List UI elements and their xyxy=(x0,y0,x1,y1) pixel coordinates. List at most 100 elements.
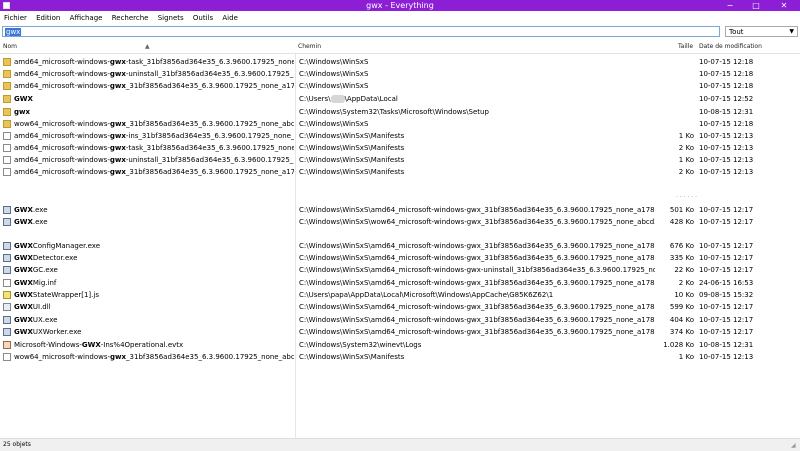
table-row[interactable]: GWX.exe C:\Windows\WinSxS\amd64_microsoft… xyxy=(0,204,800,216)
table-row[interactable]: wow64_microsoft-windows-gwx_31bf3856ad36… xyxy=(0,118,800,130)
table-row[interactable]: amd64_microsoft-windows-gwx-uninstall_31… xyxy=(0,154,800,166)
row-path-prefix: C:\Users\ xyxy=(299,95,331,103)
row-size: 22 Ko xyxy=(674,266,694,274)
column-name-header[interactable]: Nom xyxy=(3,43,17,50)
file-icon xyxy=(3,144,11,152)
column-path-header[interactable]: Chemin xyxy=(298,43,321,50)
row-name-suffix: _31bf3856ad364e35_6.3.9600.17925_none_ab… xyxy=(126,353,294,361)
column-date-header[interactable]: Date de modification xyxy=(699,43,762,50)
table-row[interactable]: GWXGC.exe C:\Windows\WinSxS\amd64_microso… xyxy=(0,264,800,276)
table-row[interactable]: GWXUXWorker.exe C:\Windows\WinSxS\amd64_m… xyxy=(0,326,800,338)
row-name-suffix: _31bf3856ad364e35_6.3.9600.17925_none_a1… xyxy=(125,82,294,90)
row-name-prefix: Microsoft-Windows- xyxy=(14,341,82,349)
table-row[interactable]: GWXUI.dll C:\Windows\WinSxS\amd64_microso… xyxy=(0,301,800,313)
filter-dropdown[interactable]: Tout ▼ xyxy=(725,26,798,37)
exe-icon xyxy=(3,254,11,262)
row-name: amd64_microsoft-windows-gwx-uninstall_31… xyxy=(14,156,294,164)
table-row[interactable]: wow64_microsoft-windows-gwx_31bf3856ad36… xyxy=(0,351,800,363)
table-row[interactable]: amd64_microsoft-windows-gwx-task_31bf385… xyxy=(0,56,800,68)
sort-ascending-icon: ▲ xyxy=(145,43,150,50)
row-name-match: gwx xyxy=(109,144,126,152)
row-name-match: gwx xyxy=(109,168,126,176)
row-path: C:\Windows\WinSxS\amd64_microsoft-window… xyxy=(299,254,655,262)
menu-bookmarks[interactable]: Signets xyxy=(154,12,187,22)
row-date: 10-07-15 12:13 xyxy=(699,156,754,164)
menu-view[interactable]: Affichage xyxy=(66,12,106,22)
row-path: C:\Windows\WinSxS\Manifests xyxy=(299,132,405,140)
row-path: C:\Windows\WinSxS xyxy=(299,82,369,90)
table-row[interactable]: GWXDetector.exe C:\Windows\WinSxS\amd64_m… xyxy=(0,252,800,264)
row-name: amd64_microsoft-windows-gwx-uninstall_31… xyxy=(14,70,294,78)
row-size: 374 Ko xyxy=(669,328,694,336)
js-icon xyxy=(3,291,11,299)
row-date: 10-07-15 12:13 xyxy=(699,132,754,140)
file-icon xyxy=(3,156,11,164)
row-name: GWX xyxy=(14,95,294,103)
table-row[interactable]: GWX.exe C:\Windows\WinSxS\wow64_microsoft… xyxy=(0,216,800,228)
row-size: 428 Ko xyxy=(669,218,694,226)
table-row[interactable]: GWXUX.exe C:\Windows\WinSxS\amd64_microso… xyxy=(0,314,800,326)
row-path-suffix: \AppData\Local xyxy=(344,95,398,103)
row-name-suffix: .exe xyxy=(32,206,48,214)
row-name-match: gwx xyxy=(14,108,30,116)
folder-icon xyxy=(3,70,11,78)
row-name: GWXGC.exe xyxy=(14,266,294,274)
row-size: 10 Ko xyxy=(674,291,694,299)
table-row[interactable]: GWX C:\Users\ \AppData\Local 10-07-15 12:52 xyxy=(0,93,800,105)
row-name-suffix: Mig.inf xyxy=(32,279,57,287)
row-date: 10-07-15 12:13 xyxy=(699,353,754,361)
menu-search[interactable]: Recherche xyxy=(108,12,152,22)
table-row[interactable]: GWXConfigManager.exe C:\Windows\WinSxS\am… xyxy=(0,240,800,252)
close-button[interactable]: ✕ xyxy=(774,0,794,11)
table-row[interactable]: amd64_microsoft-windows-gwx-ins_31bf3856… xyxy=(0,130,800,142)
row-size: 1.028 Ko xyxy=(663,341,694,349)
table-row[interactable]: Microsoft-Windows-GWX-Ins%4Operational.e… xyxy=(0,339,800,351)
minimize-button[interactable]: − xyxy=(720,0,740,11)
row-name-match: GWX xyxy=(14,242,33,250)
exe-icon xyxy=(3,206,11,214)
row-name-suffix: -task_31bf3856ad364e35_6.3.9600.17925_no… xyxy=(125,58,294,66)
column-size-header[interactable]: Taille xyxy=(678,43,693,50)
row-name-suffix: -uninstall_31bf3856ad364e35_6.3.9600.179… xyxy=(125,156,294,164)
exe-icon xyxy=(3,328,11,336)
resize-grip-icon[interactable]: ◢ xyxy=(791,442,799,450)
row-date: 10-07-15 12:18 xyxy=(699,70,754,78)
clipped-row-fragment: · · · · · · xyxy=(676,194,697,201)
folder-icon xyxy=(3,82,11,90)
row-date: 10-07-15 12:13 xyxy=(699,168,754,176)
row-name-match: gwx xyxy=(109,58,126,66)
row-name-match: gwx xyxy=(109,82,126,90)
row-name: amd64_microsoft-windows-gwx_31bf3856ad36… xyxy=(14,82,294,90)
row-name-prefix: amd64_microsoft-windows- xyxy=(14,70,110,78)
row-name: wow64_microsoft-windows-gwx_31bf3856ad36… xyxy=(14,120,294,128)
table-row[interactable]: GWXMig.inf C:\Windows\WinSxS\amd64_micros… xyxy=(0,277,800,289)
row-size: 1 Ko xyxy=(678,156,694,164)
folder-icon xyxy=(3,120,11,128)
row-name: GWXConfigManager.exe xyxy=(14,242,294,250)
table-row[interactable]: amd64_microsoft-windows-gwx_31bf3856ad36… xyxy=(0,166,800,178)
row-name-prefix: amd64_microsoft-windows- xyxy=(14,82,110,90)
menu-file[interactable]: Fichier xyxy=(0,12,30,22)
menu-tools[interactable]: Outils xyxy=(189,12,216,22)
row-name-suffix: GC.exe xyxy=(32,266,58,274)
row-name-suffix: ConfigManager.exe xyxy=(32,242,101,250)
row-date: 10-07-15 12:17 xyxy=(699,254,754,262)
menu-edit[interactable]: Edition xyxy=(32,12,63,22)
row-path: C:\Windows\WinSxS\amd64_microsoft-window… xyxy=(299,206,655,214)
search-input[interactable]: gwx xyxy=(2,26,720,37)
table-row[interactable]: amd64_microsoft-windows-gwx-uninstall_31… xyxy=(0,68,800,80)
table-row[interactable]: amd64_microsoft-windows-gwx_31bf3856ad36… xyxy=(0,80,800,92)
exe-icon xyxy=(3,242,11,250)
row-date: 10-07-15 12:17 xyxy=(699,266,754,274)
row-size: 501 Ko xyxy=(669,206,694,214)
table-row[interactable]: amd64_microsoft-windows-gwx-task_31bf385… xyxy=(0,142,800,154)
folder-icon xyxy=(3,108,11,116)
table-row[interactable]: GWXStateWrapper[1].js C:\Users\papa\AppDa… xyxy=(0,289,800,301)
exe-icon xyxy=(3,218,11,226)
menu-help[interactable]: Aide xyxy=(218,12,240,22)
row-path: C:\Users\ \AppData\Local xyxy=(299,95,655,103)
row-name-match: GWX xyxy=(14,218,33,226)
maximize-button[interactable]: □ xyxy=(746,0,766,11)
table-row[interactable]: gwx C:\Windows\System32\Tasks\Microsoft\W… xyxy=(0,106,800,118)
row-name-match: gwx xyxy=(109,156,126,164)
